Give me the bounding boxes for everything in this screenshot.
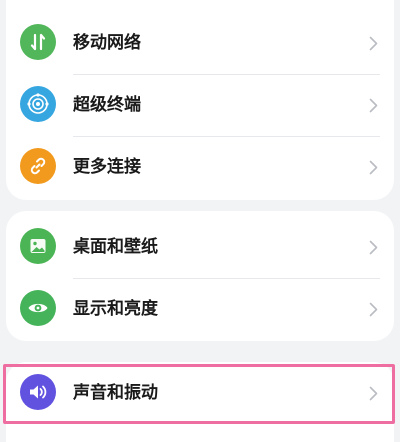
settings-group-display: 桌面和壁纸 显示和亮度 [6,211,394,341]
chevron-right-icon [369,216,378,278]
settings-item-label: 超级终端 [73,95,141,115]
settings-item-label: 移动网络 [73,33,141,53]
chevron-right-icon [369,362,378,424]
super-device-icon [20,86,56,122]
settings-item-label: 更多连接 [73,157,141,177]
settings-item-display-brightness[interactable]: 显示和亮度 [6,278,394,340]
sound-icon [20,374,56,410]
settings-item-mobile-network[interactable]: 移动网络 [6,12,394,74]
settings-item-more-connections[interactable]: 更多连接 [6,136,394,198]
chevron-right-icon [369,12,378,74]
settings-item-wallpaper[interactable]: 桌面和壁纸 [6,216,394,278]
settings-item-super-device[interactable]: 超级终端 [6,74,394,136]
chevron-right-icon [369,136,378,198]
settings-item-sound-vibration[interactable]: 声音和振动 [6,362,394,424]
chevron-right-icon [369,278,378,340]
settings-group-connectivity: 移动网络 超级终端 更多连接 [6,0,394,200]
settings-group-sound: 声音和振动 [6,362,394,442]
link-icon [20,148,56,184]
wallpaper-icon [20,228,56,264]
eye-icon [20,290,56,326]
settings-item-label: 显示和亮度 [73,299,158,319]
settings-item-label: 桌面和壁纸 [73,237,158,257]
mobile-network-icon [20,24,56,60]
chevron-right-icon [369,74,378,136]
settings-item-label: 声音和振动 [73,383,158,403]
